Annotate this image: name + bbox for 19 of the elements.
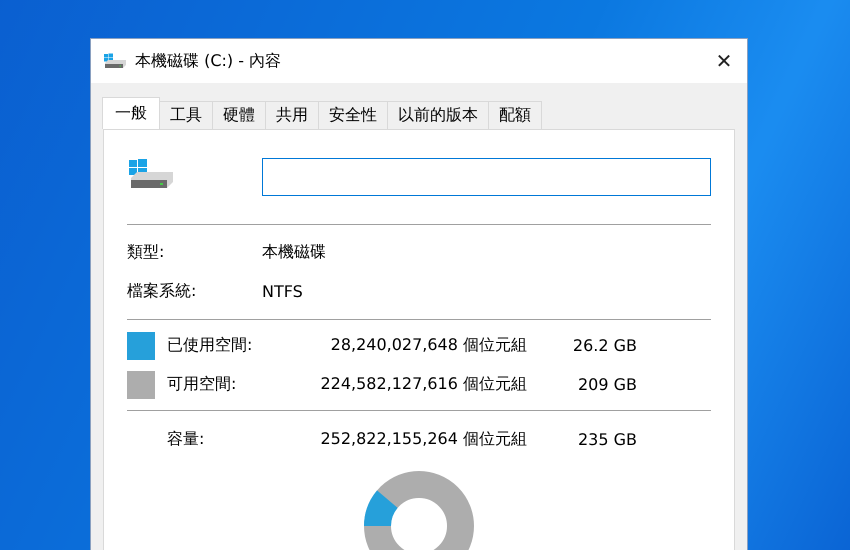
space-label: 可用空間: xyxy=(167,374,238,395)
info-value: NTFS xyxy=(262,282,303,301)
info-label: 檔案系統: xyxy=(127,281,198,302)
info-label: 類型: xyxy=(127,242,166,263)
info-value: 本機磁碟 xyxy=(262,242,326,263)
tab[interactable]: 一般 xyxy=(102,97,160,129)
byte-count: 28,240,027,648 個位元組 xyxy=(330,335,527,356)
close-button[interactable]: ✕ xyxy=(701,39,747,83)
byte-count: 252,822,155,264 個位元組 xyxy=(320,429,527,450)
name-field[interactable] xyxy=(262,158,711,196)
space-label: 已使用空間: xyxy=(167,335,254,356)
drive-icon xyxy=(103,52,127,70)
size-value: 26.2 GB xyxy=(572,336,637,355)
capacity-label: 容量: xyxy=(167,429,206,450)
size-value: 209 GB xyxy=(577,375,637,394)
tab[interactable]: 配額 xyxy=(488,101,542,129)
size-value: 235 GB xyxy=(577,430,637,449)
byte-count: 224,582,127,616 個位元組 xyxy=(320,374,527,395)
window-title: 本機磁碟 (C:) - 內容 xyxy=(135,50,282,72)
